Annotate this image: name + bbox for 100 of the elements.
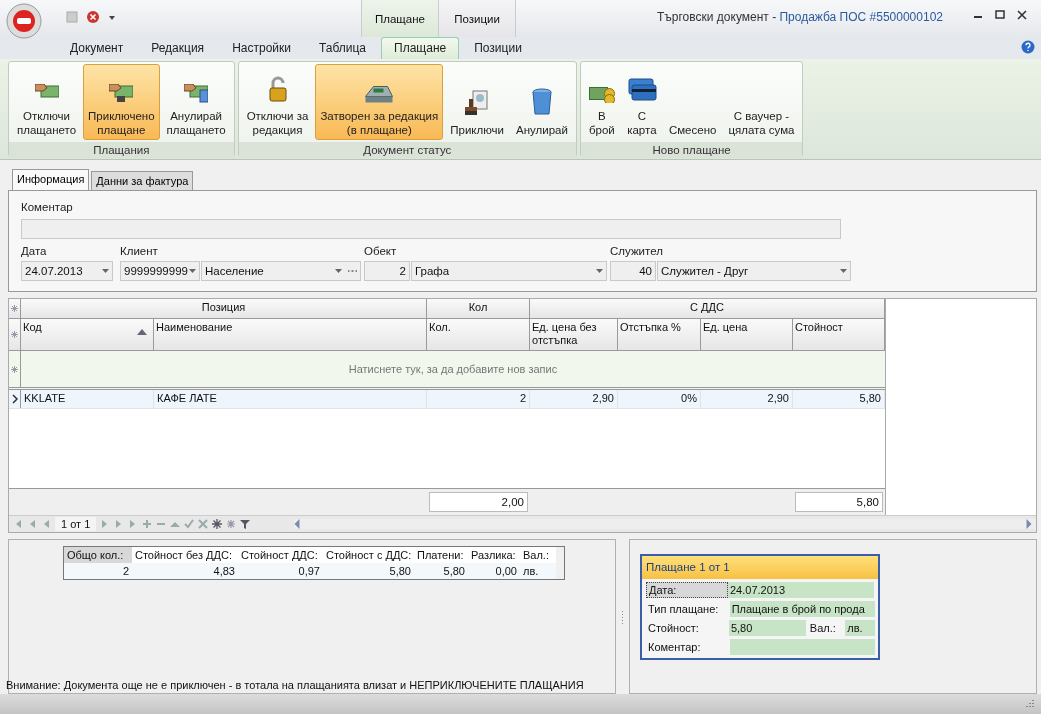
ribbon-button[interactable]: Анулирай плащането: [161, 64, 231, 141]
field-label: Обект: [364, 245, 398, 258]
employee-name-field[interactable]: Служител - Друг: [657, 261, 851, 282]
table-cell: 2,90: [530, 390, 618, 409]
cash-register-icon: [365, 86, 394, 104]
ribbon-button[interactable]: С карта: [621, 64, 662, 141]
payment-card-title: Плащане 1 от 1: [642, 556, 878, 580]
field-label: Дата: [21, 245, 48, 258]
object-code-field[interactable]: 2: [364, 261, 410, 282]
ribbon-button[interactable]: Отключи плащането: [12, 64, 82, 141]
payment-date-field[interactable]: 24.07.2013: [728, 582, 874, 599]
dropdown-arrow-icon[interactable]: [335, 269, 342, 274]
checkmark-icon[interactable]: [184, 519, 195, 530]
ribbon-button[interactable]: Смесено: [663, 64, 722, 141]
column-header[interactable]: Ед. цена: [701, 319, 793, 352]
table-cell: 2,90: [701, 390, 793, 409]
ribbon-tab[interactable]: Позиции: [461, 37, 535, 60]
tab[interactable]: Информация: [12, 169, 90, 191]
ribbon-group-title: Плащания: [9, 142, 234, 159]
summary-header: Разлика:: [468, 547, 520, 564]
close-icon[interactable]: [86, 10, 100, 24]
up-icon[interactable]: [170, 520, 181, 529]
field-label: Стойност:: [647, 621, 700, 636]
ellipsis-icon[interactable]: [348, 270, 357, 273]
credit-card-icon: [626, 75, 657, 104]
scroll-left-icon[interactable]: [294, 519, 301, 530]
column-header[interactable]: Кол.: [427, 319, 530, 352]
ribbon-tab[interactable]: Настройки: [219, 37, 304, 60]
help-icon[interactable]: [1021, 40, 1035, 55]
ribbon-button[interactable]: Затворен за редакция (в плащане): [315, 64, 444, 141]
table-cell: 2: [427, 390, 530, 409]
summary-value: 0,00: [468, 563, 520, 580]
total-cell: 5,80: [795, 492, 883, 513]
trash-bin-icon: [529, 87, 554, 118]
field-label: Коментар: [21, 201, 74, 214]
field-label: Коментар:: [647, 640, 702, 655]
payment-comment-field[interactable]: [729, 639, 875, 656]
sort-arrow-icon: [137, 329, 147, 336]
table-cell: KKLATE: [21, 390, 154, 409]
field-label: Клиент: [120, 245, 159, 258]
ribbon-tab[interactable]: Таблица: [305, 37, 380, 60]
ribbon-button[interactable]: Приключено плащане: [83, 64, 160, 141]
dropdown-arrow-icon[interactable]: [189, 269, 196, 274]
ribbon-group-title: Документ статус: [238, 142, 576, 159]
asterisk-icon[interactable]: [212, 519, 223, 530]
band-header: С ДДС: [530, 299, 885, 320]
summary-value: 5,80: [414, 563, 468, 580]
ribbon-button[interactable]: С ваучер - цялата сума: [723, 64, 800, 141]
comment-field[interactable]: [21, 219, 841, 240]
horizontal-scrollbar[interactable]: [294, 519, 1036, 530]
column-header[interactable]: Отстъпка %: [618, 319, 701, 352]
client-name-field[interactable]: Население: [201, 261, 361, 282]
ribbon-tab[interactable]: Редакция: [138, 37, 218, 60]
date-field[interactable]: 24.07.2013: [21, 261, 113, 282]
summary-header: Стойност с ДДС:: [323, 547, 414, 564]
table-row[interactable]: KKLATE КАФЕ ЛАТЕ 2 2,90 0% 2,90 5,80: [9, 390, 885, 410]
summary-value: 4,83: [132, 563, 238, 580]
window-title: Търговски документ -: [657, 10, 778, 24]
table-cell: 5,80: [793, 390, 885, 409]
context-tab-header: Позиции: [438, 0, 516, 37]
ribbon-tab[interactable]: Документ: [57, 37, 137, 60]
employee-code-field[interactable]: 40: [610, 261, 656, 282]
ribbon-button[interactable]: Анулирай: [511, 64, 573, 141]
dropdown-caret-icon[interactable]: [108, 13, 116, 21]
summary-value: 0,97: [238, 563, 323, 580]
column-header[interactable]: Код: [21, 319, 154, 352]
ribbon-button[interactable]: Отключи за редакция: [241, 64, 314, 141]
payment-amount-field[interactable]: 5,80: [728, 620, 806, 637]
ribbon-tab[interactable]: Плащане: [381, 37, 460, 60]
column-header[interactable]: Наименование: [154, 319, 427, 352]
field-label: Вал.:: [808, 622, 837, 635]
table-cell: 0%: [618, 390, 701, 409]
summary-header: Платени:: [414, 547, 468, 564]
currency-field[interactable]: лв.: [845, 620, 875, 637]
column-header[interactable]: Стойност: [793, 319, 885, 352]
close-icon[interactable]: [1017, 10, 1027, 20]
payment-type-field[interactable]: Плащане в брой по прода: [729, 601, 875, 618]
ribbon-group-title: Ново плащане: [580, 142, 803, 159]
summary-header: Стойност ДДС:: [238, 547, 323, 564]
dropdown-arrow-icon[interactable]: [596, 269, 603, 274]
ribbon-button[interactable]: В брой: [583, 64, 620, 141]
cash-hand-icon: [109, 84, 134, 104]
band-header: Позиция: [21, 299, 427, 320]
add-icon[interactable]: [142, 519, 153, 530]
asterisk-icon: [11, 305, 18, 313]
ribbon-button[interactable]: Приключи: [445, 64, 509, 141]
summary-header: Стойност без ДДС:: [132, 547, 238, 564]
column-header[interactable]: Ед. цена без отстъпка: [530, 319, 618, 352]
dropdown-arrow-icon[interactable]: [840, 269, 847, 274]
scroll-right-icon[interactable]: [1026, 519, 1032, 530]
filter-icon[interactable]: [240, 519, 251, 530]
context-tab-header: Плащане: [361, 0, 438, 37]
object-name-field[interactable]: Графа: [411, 261, 607, 282]
client-code-field[interactable]: 9999999999: [120, 261, 200, 282]
table-cell: КАФЕ ЛАТЕ: [154, 390, 427, 409]
summary-header: Вал.:: [520, 547, 556, 564]
dropdown-arrow-icon[interactable]: [102, 269, 109, 274]
tab[interactable]: Данни за фактура: [91, 171, 194, 191]
field-label: Тип плащане:: [647, 602, 720, 617]
maximize-icon[interactable]: [995, 10, 1005, 20]
